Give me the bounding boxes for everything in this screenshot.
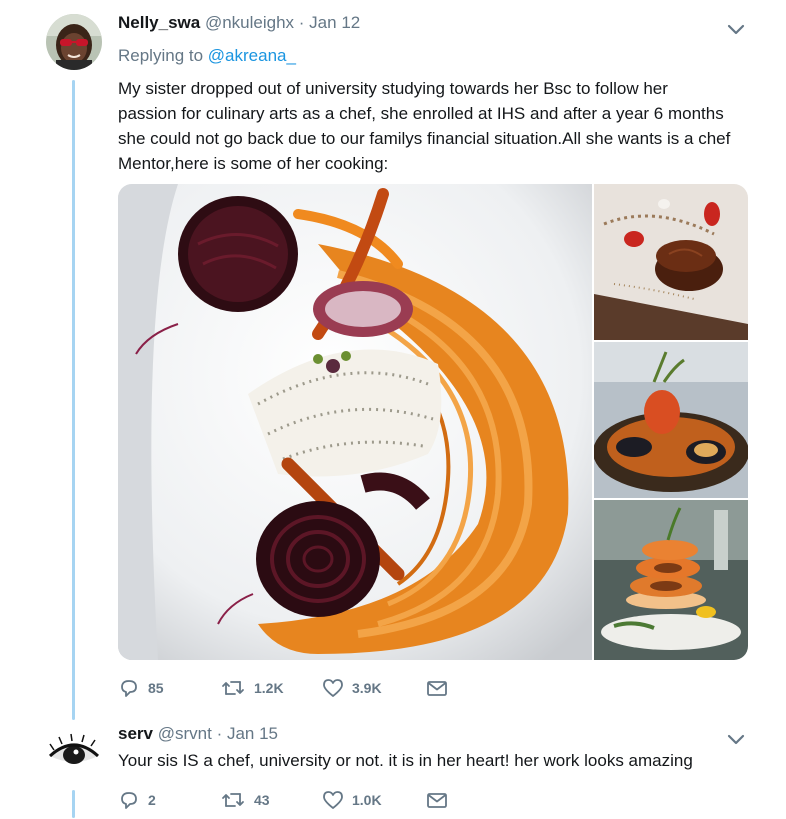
reply-text: Your sis IS a chef, university or not. i… xyxy=(118,751,693,770)
reply-date[interactable]: · Jan 15 xyxy=(217,724,278,743)
reply-button[interactable]: 2 xyxy=(118,790,220,810)
reply-button[interactable]: 85 xyxy=(118,678,220,698)
avatar-nelly[interactable] xyxy=(46,14,102,70)
tweet-text-line: Mentor,here is some of her cooking: xyxy=(118,154,389,173)
chevron-down-icon[interactable] xyxy=(726,732,746,746)
like-icon xyxy=(323,791,343,809)
thread-line-top xyxy=(72,80,75,720)
like-count: 1.0K xyxy=(352,792,382,808)
reply-count: 2 xyxy=(148,792,156,808)
reply-icon xyxy=(121,680,137,697)
reply-actions: 2 43 1.0K xyxy=(118,790,448,810)
reply-icon xyxy=(121,792,137,809)
reply-header: serv @srvnt · Jan 15 xyxy=(118,724,278,744)
thread-line-bottom xyxy=(72,790,75,818)
author-handle[interactable]: @nkuleighx xyxy=(205,13,294,32)
tweet-actions: 85 1.2K 3.9K xyxy=(118,678,448,698)
reply-author-name[interactable]: serv xyxy=(118,724,153,743)
retweet-count: 1.2K xyxy=(254,680,284,696)
tweet-header: Nelly_swa @nkuleighx · Jan 12 xyxy=(118,13,360,33)
message-icon xyxy=(427,681,447,696)
photo-seafood[interactable] xyxy=(594,342,748,498)
photo-dessert[interactable] xyxy=(594,184,748,340)
replying-to: Replying to @akreana_ xyxy=(118,46,296,66)
replying-to-link[interactable]: @akreana_ xyxy=(208,46,296,65)
retweet-button[interactable]: 43 xyxy=(220,790,322,810)
author-name[interactable]: Nelly_swa xyxy=(118,13,200,32)
like-icon xyxy=(323,679,343,697)
photo-onion-rings[interactable] xyxy=(594,500,748,660)
avatar-serv[interactable] xyxy=(46,728,102,784)
message-icon xyxy=(427,793,447,808)
tweet-text-line: passion for culinary arts as a chef, she… xyxy=(118,104,724,123)
retweet-count: 43 xyxy=(254,792,270,808)
tweet-date[interactable]: · Jan 12 xyxy=(299,13,360,32)
reply-author-handle[interactable]: @srvnt xyxy=(158,724,212,743)
tweet-text: My sister dropped out of university stud… xyxy=(118,76,730,176)
retweet-button[interactable]: 1.2K xyxy=(220,678,322,698)
replying-to-prefix: Replying to xyxy=(118,46,204,65)
like-button[interactable]: 1.0K xyxy=(322,790,426,810)
tweet-text-line: she could not go back due to our familys… xyxy=(118,129,731,148)
media-grid xyxy=(118,184,748,660)
direct-message-button[interactable] xyxy=(426,679,448,697)
direct-message-button[interactable] xyxy=(426,791,448,809)
reply-count: 85 xyxy=(148,680,164,696)
like-button[interactable]: 3.9K xyxy=(322,678,426,698)
like-count: 3.9K xyxy=(352,680,382,696)
retweet-icon xyxy=(222,793,244,807)
chevron-down-icon[interactable] xyxy=(726,22,746,36)
photo-main-plate[interactable] xyxy=(118,184,592,660)
tweet-text-line: My sister dropped out of university stud… xyxy=(118,79,668,98)
retweet-icon xyxy=(222,681,244,695)
